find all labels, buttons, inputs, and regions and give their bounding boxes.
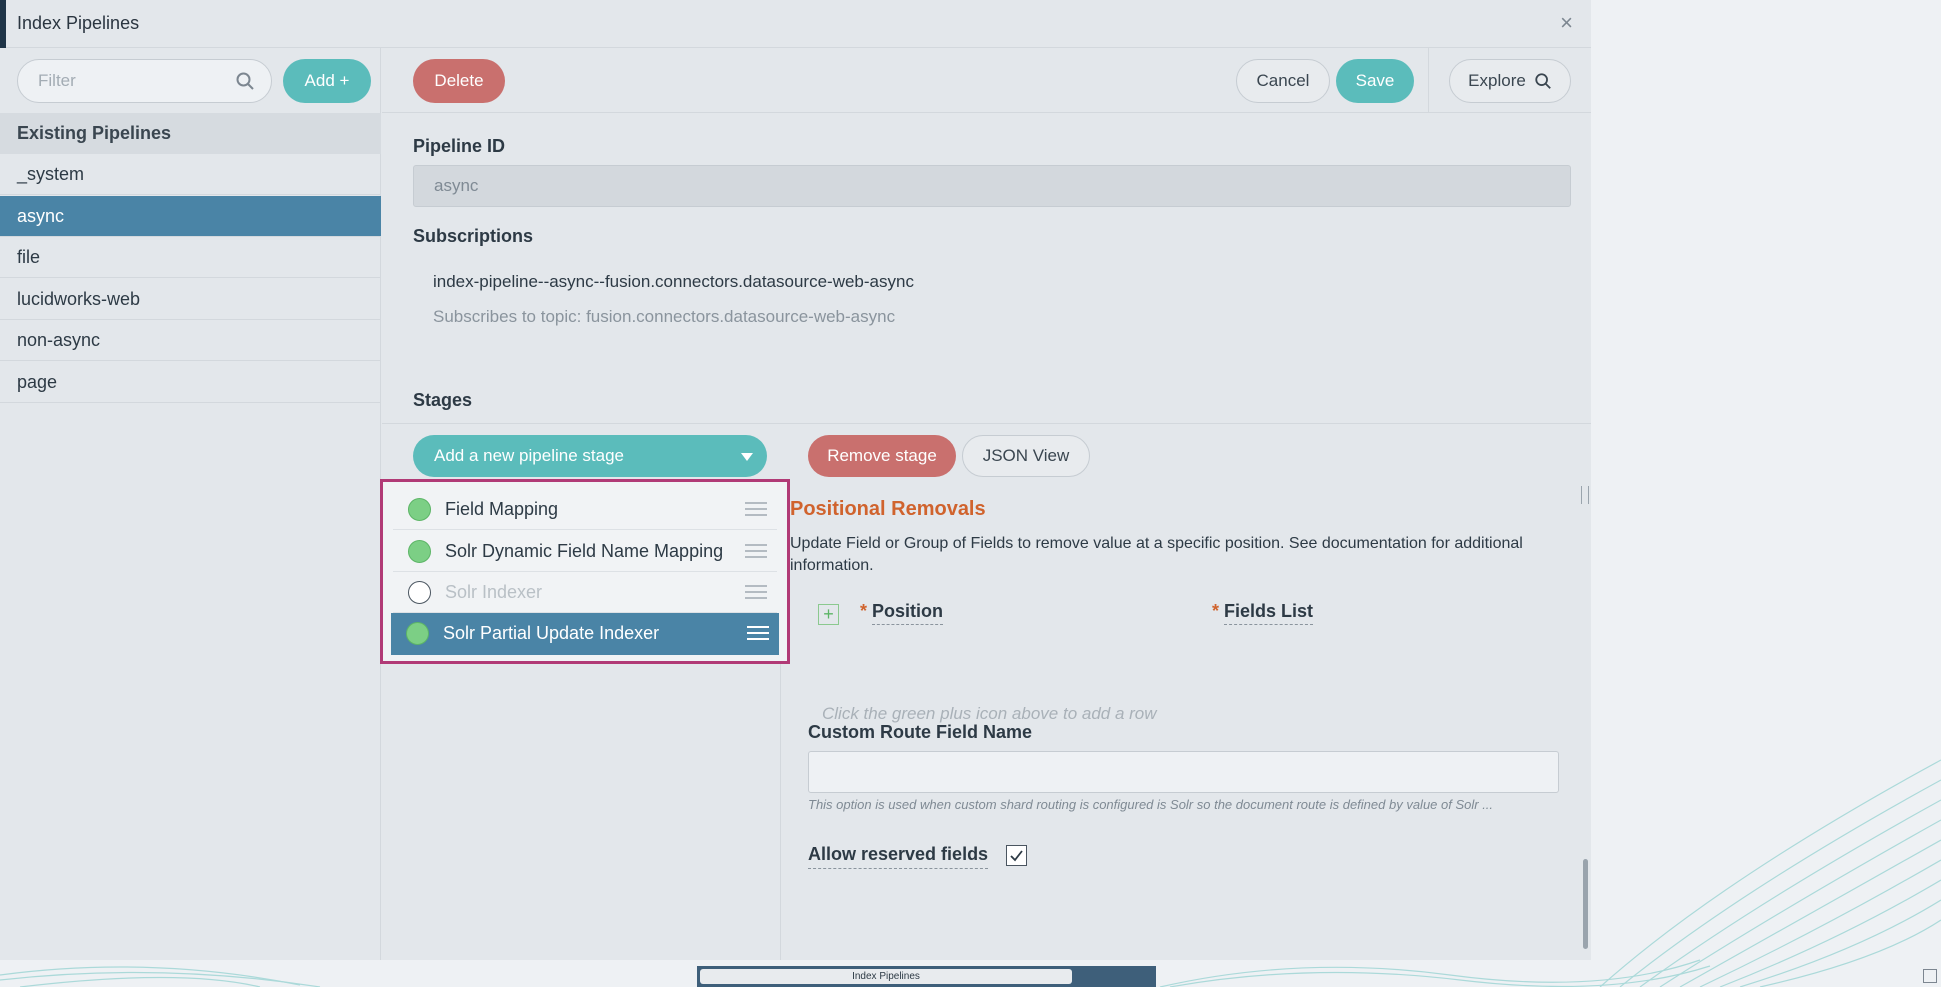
resize-corner-icon[interactable]	[1923, 969, 1937, 983]
pipeline-item-lucidworks-web[interactable]: lucidworks-web	[0, 279, 381, 320]
titlebar-accent	[0, 0, 6, 48]
panel-title: Index Pipelines	[17, 13, 140, 33]
filter-field[interactable]	[17, 59, 272, 103]
pipelines-sidebar: Add + Existing Pipelines _system async f…	[0, 48, 381, 960]
pipeline-id-label: Pipeline ID	[413, 136, 506, 156]
existing-pipelines-header: Existing Pipelines	[0, 113, 381, 154]
custom-route-input[interactable]	[808, 751, 1559, 793]
pipeline-item-system[interactable]: _system	[0, 154, 381, 195]
pipeline-item-label: async	[17, 206, 65, 226]
explore-label: Explore	[1468, 71, 1526, 90]
drag-handle-icon[interactable]	[745, 544, 767, 559]
remove-stage-button[interactable]: Remove stage	[808, 435, 956, 477]
subscription-name: index-pipeline--async--fusion.connectors…	[433, 272, 914, 291]
subscriptions-label: Subscriptions	[413, 226, 534, 246]
stage-item-label: Solr Dynamic Field Name Mapping	[445, 541, 724, 561]
subscription-topic: Subscribes to topic: fusion.connectors.d…	[433, 307, 896, 326]
delete-button[interactable]: Delete	[413, 59, 505, 103]
allow-reserved-fields-checkbox[interactable]	[1006, 845, 1027, 866]
stage-item-label: Field Mapping	[445, 499, 559, 519]
stage-detail-description: Update Field or Group of Fields to remov…	[790, 535, 1523, 574]
pipeline-item-non-async[interactable]: non-async	[0, 320, 381, 361]
pipeline-id-field: async	[413, 165, 1571, 207]
existing-pipelines-title: Existing Pipelines	[17, 123, 172, 143]
json-view-button[interactable]: JSON View	[962, 435, 1090, 477]
custom-route-label: Custom Route Field Name	[808, 722, 1033, 742]
stage-list: Field Mapping Solr Dynamic Field Name Ma…	[380, 479, 790, 664]
pipeline-item-file[interactable]: file	[0, 237, 381, 278]
fields-list-column-header: * Fields List	[1212, 601, 1314, 625]
drag-handle-icon[interactable]	[745, 502, 767, 517]
search-icon	[1535, 73, 1551, 89]
stage-item-label: Solr Indexer	[445, 582, 543, 602]
stage-item-solr-dynamic-field-name-mapping[interactable]: Solr Dynamic Field Name Mapping	[393, 531, 777, 572]
empty-rows-hint: Click the green plus icon above to add a…	[822, 704, 1157, 723]
index-pipelines-panel: Index Pipelines × Add + Existing Pipelin…	[0, 0, 1591, 960]
filter-input[interactable]	[38, 71, 228, 91]
pipeline-id-value: async	[434, 176, 479, 195]
stages-divider	[382, 423, 1591, 424]
stage-item-label: Solr Partial Update Indexer	[443, 623, 660, 643]
pipeline-item-label: _system	[17, 164, 85, 184]
toolbar-divider	[1428, 48, 1429, 113]
add-row-plus-icon[interactable]: +	[818, 604, 839, 625]
save-button[interactable]: Save	[1336, 59, 1414, 103]
taskbar: Index Pipelines	[697, 966, 1156, 987]
detail-scrollbar[interactable]	[1581, 489, 1590, 960]
stage-item-field-mapping[interactable]: Field Mapping	[393, 489, 777, 530]
taskbar-tab[interactable]: Index Pipelines	[700, 969, 1072, 984]
panel-titlebar: Index Pipelines ×	[0, 0, 1591, 48]
pipeline-item-label: page	[17, 372, 58, 392]
stages-label: Stages	[413, 390, 473, 410]
explore-button[interactable]: Explore	[1449, 59, 1571, 103]
pipeline-item-async[interactable]: async	[0, 196, 381, 237]
stage-detail-title: Positional Removals	[790, 498, 986, 520]
editor-toolbar: Delete Cancel Save Explore	[382, 48, 1591, 113]
stage-enabled-icon[interactable]	[408, 540, 431, 563]
pipeline-item-label: non-async	[17, 330, 101, 350]
drag-handle-icon[interactable]	[747, 626, 769, 641]
stage-enabled-icon[interactable]	[406, 622, 429, 645]
custom-route-help: This option is used when custom shard ro…	[808, 797, 1494, 812]
checkmark-icon	[1010, 850, 1023, 862]
position-column-header: * Position	[860, 601, 944, 625]
add-stage-dropdown[interactable]: Add a new pipeline stage	[413, 435, 767, 477]
close-icon[interactable]: ×	[1560, 10, 1573, 36]
caret-down-icon	[741, 453, 753, 461]
pipeline-item-label: lucidworks-web	[17, 289, 141, 309]
fields-list-column-label: Fields List	[1224, 601, 1314, 625]
position-column-label: Position	[872, 601, 944, 625]
stage-disabled-icon[interactable]	[408, 581, 431, 604]
pipeline-item-label: file	[17, 247, 41, 267]
required-mark: *	[1212, 601, 1220, 621]
required-mark: *	[860, 601, 868, 621]
search-icon	[236, 72, 254, 90]
stage-enabled-icon[interactable]	[408, 498, 431, 521]
stage-item-solr-indexer[interactable]: Solr Indexer	[393, 572, 777, 613]
stage-item-solr-partial-update-indexer[interactable]: Solr Partial Update Indexer	[391, 613, 779, 655]
allow-reserved-fields-label: Allow reserved fields	[808, 844, 989, 869]
add-stage-label: Add a new pipeline stage	[434, 446, 624, 465]
cancel-button[interactable]: Cancel	[1236, 59, 1330, 103]
drag-handle-icon[interactable]	[745, 585, 767, 600]
add-pipeline-button[interactable]: Add +	[283, 59, 371, 103]
scrollbar-thumb[interactable]	[1583, 859, 1588, 949]
pipeline-item-page[interactable]: page	[0, 362, 381, 403]
